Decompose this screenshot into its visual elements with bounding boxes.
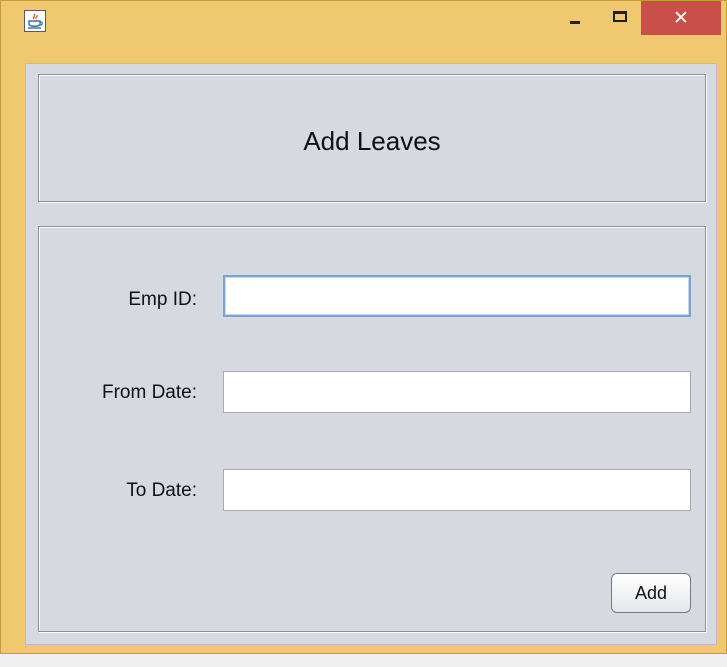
content-pane: Add Leaves Emp ID: From Date: To Date: A…	[25, 63, 717, 645]
app-window: ✕ Add Leaves Emp ID: From Date: To Date:…	[0, 0, 727, 654]
from-date-label: From Date:	[101, 382, 197, 403]
minimize-icon	[570, 21, 580, 24]
maximize-button[interactable]	[601, 1, 641, 35]
close-icon: ✕	[673, 7, 689, 29]
emp-id-input[interactable]	[223, 275, 691, 317]
minimize-button[interactable]	[553, 1, 601, 35]
page-title: Add Leaves	[303, 126, 441, 156]
add-button[interactable]: Add	[611, 573, 691, 613]
close-button[interactable]: ✕	[641, 1, 721, 35]
maximize-icon	[613, 11, 627, 22]
title-bar[interactable]: ✕	[1, 1, 726, 41]
from-date-input[interactable]	[223, 371, 691, 413]
header-panel: Add Leaves	[38, 74, 706, 202]
to-date-input[interactable]	[223, 469, 691, 511]
to-date-label: To Date:	[126, 480, 197, 501]
java-coffee-cup-icon[interactable]	[24, 10, 46, 32]
form-panel: Emp ID: From Date: To Date: Add	[38, 226, 706, 632]
emp-id-label: Emp ID:	[128, 289, 197, 310]
